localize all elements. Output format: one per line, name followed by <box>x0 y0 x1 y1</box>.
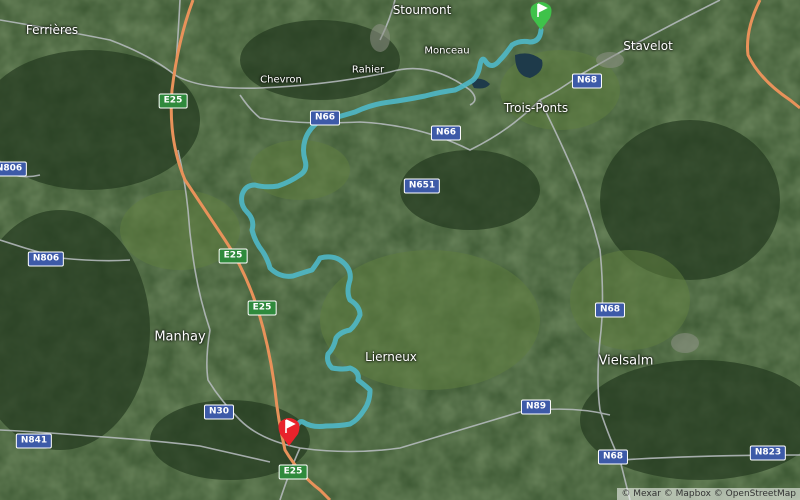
road-shield-e25: E25 <box>158 93 188 109</box>
road-shield-e25: E25 <box>218 248 248 264</box>
place-label-stavelot: Stavelot <box>623 39 673 53</box>
road-shield-n89: N89 <box>520 399 552 415</box>
road-shield-n68: N68 <box>571 73 603 89</box>
road-shield-n806-edge: N806 <box>0 161 28 177</box>
road-shield-n68: N68 <box>597 449 629 465</box>
road-shield-n68: N68 <box>594 302 626 318</box>
place-label-vielsalm: Vielsalm <box>598 353 654 369</box>
place-label-chevron: Chevron <box>260 74 302 86</box>
place-label-trois-ponts: Trois-Ponts <box>503 101 569 115</box>
road-shield-n66: N66 <box>430 125 462 141</box>
place-label-lierneux: Lierneux <box>365 350 417 364</box>
road-shield-e25: E25 <box>247 300 277 316</box>
road-shield-n806: N806 <box>27 251 65 267</box>
place-label-stoumont: Stoumont <box>392 3 452 17</box>
road-shield-n841: N841 <box>15 433 53 449</box>
road-shield-n30: N30 <box>203 404 235 420</box>
map-attribution[interactable]: © Mexar © Mapbox © OpenStreetMap <box>617 488 800 500</box>
place-label-monceau: Monceau <box>424 45 470 57</box>
road-shield-n66: N66 <box>309 110 341 126</box>
place-label-rahier: Rahier <box>351 64 385 76</box>
place-label-manhay: Manhay <box>154 329 206 345</box>
map-canvas <box>0 0 800 500</box>
road-shield-e25: E25 <box>278 464 308 480</box>
road-shield-n651: N651 <box>403 178 441 194</box>
road-shield-n823: N823 <box>749 445 787 461</box>
satellite-map[interactable]: Stoumont Ferrières Stavelot Monceau Chev… <box>0 0 800 500</box>
place-label-ferrieres: Ferrières <box>25 23 79 37</box>
